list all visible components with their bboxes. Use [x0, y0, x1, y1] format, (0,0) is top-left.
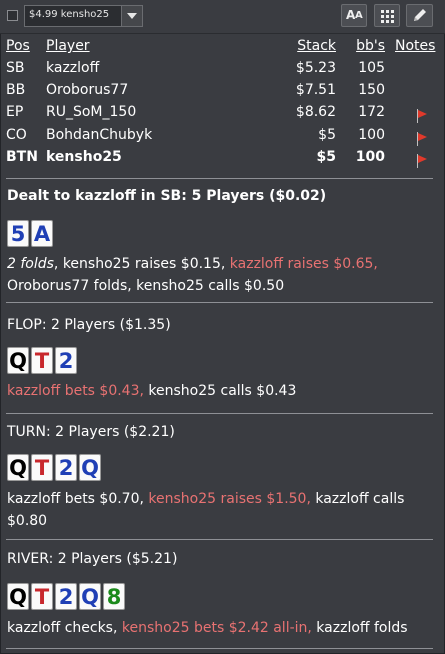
playing-card: 8 [103, 583, 125, 610]
player-stack: $5 [318, 127, 336, 143]
note-flag-icon[interactable] [416, 132, 428, 146]
player-bbs: 100 [358, 127, 385, 143]
playing-card: T [31, 347, 53, 374]
playing-card: Q [79, 454, 101, 481]
player-row[interactable]: BB Oroborus77 $7.51 150 [0, 82, 445, 104]
note-flag-icon[interactable] [416, 109, 428, 123]
divider [6, 648, 433, 649]
playing-card: 2 [55, 583, 77, 610]
grid-view-button[interactable] [374, 4, 400, 27]
turn-actions: kazzloff bets $0.70, kensho25 raises $1.… [7, 491, 405, 529]
player-name: kazzloff [46, 60, 100, 76]
player-stack: $7.51 [295, 82, 336, 98]
font-size-icon: A [346, 8, 356, 22]
playing-card: T [31, 454, 53, 481]
dropdown-button[interactable] [121, 6, 142, 26]
player-name: kensho25 [46, 149, 122, 165]
player-position: BTN [6, 149, 38, 165]
flop-title: FLOP: 2 Players ($1.35) [7, 317, 171, 333]
header-stack[interactable]: Stack [297, 38, 336, 54]
player-row[interactable]: CO BohdanChubyk $5 100 [0, 127, 445, 149]
header-player[interactable]: Player [46, 38, 90, 54]
table-select[interactable]: $4.99 kensho25 [24, 5, 143, 27]
select-checkbox[interactable] [7, 10, 18, 21]
playing-card: 2 [55, 454, 77, 481]
player-stack: $5.23 [295, 60, 336, 76]
chevron-down-icon [127, 13, 137, 19]
divider [6, 539, 433, 540]
player-position: EP [6, 104, 24, 120]
playing-card: Q [7, 583, 29, 610]
player-stack: $8.62 [295, 104, 336, 120]
player-bbs: 105 [358, 60, 385, 76]
playing-card: Q [7, 347, 29, 374]
divider [6, 413, 433, 414]
header-notes[interactable]: Notes [395, 38, 435, 54]
pencil-icon [414, 9, 426, 21]
preflop-actions: 2 folds, kensho25 raises $0.15, kazzloff… [7, 256, 378, 294]
header-pos[interactable]: Pos [6, 38, 30, 54]
flop-actions: kazzloff bets $0.43, kensho25 calls $0.4… [7, 383, 297, 399]
player-bbs: 150 [358, 82, 385, 98]
player-row[interactable]: EP RU_SoM_150 $8.62 172 [0, 104, 445, 126]
header-bbs[interactable]: bb's [356, 38, 385, 54]
river-actions: kazzloff checks, kensho25 bets $2.42 all… [7, 620, 408, 636]
player-position: SB [6, 60, 25, 76]
turn-title: TURN: 2 Players ($2.21) [7, 424, 175, 440]
river-title: RIVER: 2 Players ($5.21) [7, 551, 178, 567]
player-name: Oroborus77 [46, 82, 129, 98]
table-select-value: $4.99 kensho25 [29, 9, 110, 20]
playing-card: A [31, 220, 53, 247]
player-name: BohdanChubyk [46, 127, 153, 143]
player-position: BB [6, 82, 26, 98]
player-row[interactable]: BTN kensho25 $5 100 [0, 149, 445, 171]
player-stack: $5 [316, 149, 336, 165]
note-flag-icon[interactable] [416, 154, 428, 168]
font-size-button[interactable]: A A [341, 4, 367, 27]
playing-card: 2 [55, 347, 77, 374]
divider [6, 178, 433, 179]
player-position: CO [6, 127, 27, 143]
edit-notes-button[interactable] [406, 4, 433, 27]
playing-card: T [31, 583, 53, 610]
player-name: RU_SoM_150 [46, 104, 137, 120]
player-bbs: 100 [355, 149, 385, 165]
playing-card: Q [79, 583, 101, 610]
playing-card: 5 [7, 220, 29, 247]
preflop-title: Dealt to kazzloff in SB: 5 Players ($0.0… [7, 188, 327, 204]
toolbar: $4.99 kensho25 A A [0, 0, 445, 34]
player-row[interactable]: SB kazzloff $5.23 105 [0, 60, 445, 82]
player-bbs: 172 [358, 104, 385, 120]
playing-card: Q [7, 454, 29, 481]
divider [6, 302, 433, 303]
